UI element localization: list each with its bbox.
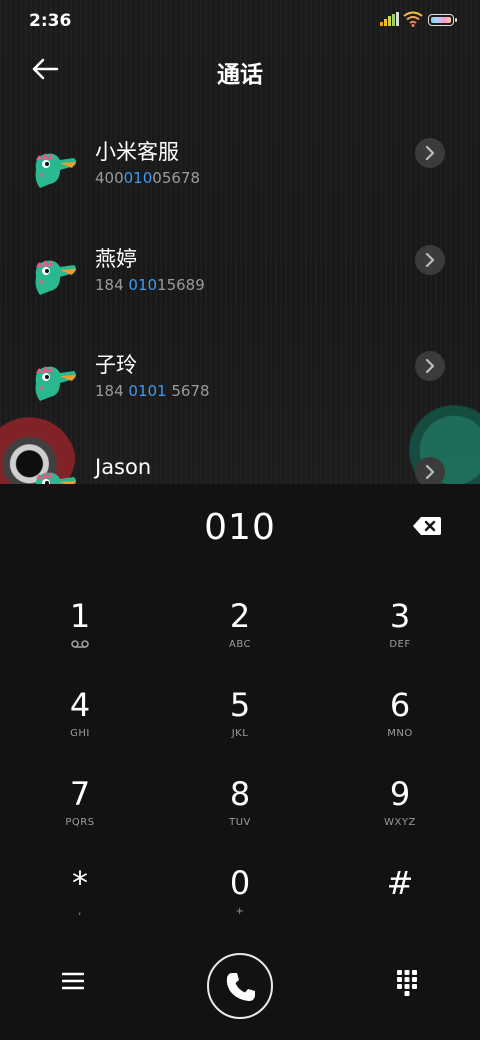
dial-key-digit: 3 [389, 597, 411, 635]
contact-name: 子玲 [95, 353, 137, 377]
status-time: 2:36 [29, 11, 72, 31]
dial-key-digit: # [386, 864, 414, 902]
contact-name: 小米客服 [95, 140, 179, 164]
dial-key-letters: GHI [70, 728, 90, 739]
battery-icon [428, 14, 457, 26]
dial-key-digit: 2 [229, 597, 251, 635]
dial-key-digit: 5 [229, 686, 251, 724]
dinosaur-avatar-icon [35, 260, 76, 295]
contact-item[interactable]: 小米客服 40001005678 [0, 136, 480, 226]
contact-details-button[interactable] [415, 245, 445, 275]
page-title: 通话 [217, 62, 263, 88]
dial-key-letters: ABC [228, 639, 251, 650]
dial-key-digit: 1 [69, 597, 91, 635]
contact-item[interactable]: Jason [0, 455, 480, 484]
backspace-icon[interactable] [412, 516, 442, 536]
dial-key-letters: , [78, 906, 82, 917]
dial-key-digit: * [72, 864, 88, 902]
dial-key-letters: DEF [389, 639, 411, 650]
signal-icon [380, 12, 399, 26]
chevron-right-icon [425, 146, 435, 160]
dialpad-icon[interactable] [397, 970, 417, 996]
dial-key-letters: WXYZ [384, 817, 416, 828]
contact-item[interactable]: 燕婷 184 01015689 [0, 243, 480, 333]
dial-key-6[interactable]: 6 MNO [335, 685, 465, 765]
dial-key-digit: 9 [389, 775, 411, 813]
dial-key-4[interactable]: 4 GHI [15, 685, 145, 765]
contact-name: Jason [95, 455, 152, 479]
contact-details-button[interactable] [415, 457, 445, 484]
contact-number: 40001005678 [95, 169, 200, 187]
dial-key-digit: 4 [69, 686, 91, 724]
chevron-right-icon [425, 465, 435, 479]
dial-key-hash[interactable]: # [335, 863, 465, 943]
contact-details-button[interactable] [415, 138, 445, 168]
dial-key-letters: PQRS [65, 817, 95, 828]
dialed-number: 010 [204, 507, 276, 548]
dial-key-1[interactable]: 1 [15, 596, 145, 676]
contact-results-area: 2:36 通话 小米客服 40001005678 燕婷 184 01015689… [0, 0, 480, 484]
dial-key-3[interactable]: 3 DEF [335, 596, 465, 676]
dial-key-digit: 8 [229, 775, 251, 813]
menu-icon[interactable] [62, 972, 84, 990]
dialpad-panel: 010 1 2 ABC 3 DEF 4 GHI 5 JKL 6 MNO 7 PQ… [0, 484, 480, 1040]
dial-key-9[interactable]: 9 WXYZ [335, 774, 465, 854]
dial-key-letters: JKL [231, 728, 249, 739]
dial-key-letters: MNO [387, 728, 413, 739]
dial-key-7[interactable]: 7 PQRS [15, 774, 145, 854]
contact-number: 184 0101 5678 [95, 382, 210, 400]
dial-key-star[interactable]: * , [15, 863, 145, 943]
call-button[interactable] [207, 953, 273, 1019]
chevron-right-icon [425, 253, 435, 267]
status-bar: 2:36 [0, 0, 480, 40]
dial-key-0[interactable]: 0 + [175, 863, 305, 943]
contact-name: 燕婷 [95, 247, 137, 271]
chevron-right-icon [425, 359, 435, 373]
dinosaur-avatar-icon [35, 472, 76, 484]
dinosaur-avatar-icon [35, 153, 76, 188]
contact-item[interactable]: 子玲 184 0101 5678 [0, 349, 480, 439]
phone-icon [226, 973, 255, 1001]
dial-key-2[interactable]: 2 ABC [175, 596, 305, 676]
dial-key-letters: + [235, 906, 245, 917]
voicemail-icon [71, 640, 89, 648]
dial-key-digit: 7 [69, 775, 91, 813]
dial-key-digit: 0 [229, 864, 251, 902]
dial-key-digit: 6 [389, 686, 411, 724]
dial-key-5[interactable]: 5 JKL [175, 685, 305, 765]
wifi-icon [403, 11, 423, 27]
dial-key-8[interactable]: 8 TUV [175, 774, 305, 854]
dial-key-letters: TUV [229, 817, 251, 828]
contact-number: 184 01015689 [95, 276, 205, 294]
contact-details-button[interactable] [415, 351, 445, 381]
dinosaur-avatar-icon [35, 366, 76, 401]
